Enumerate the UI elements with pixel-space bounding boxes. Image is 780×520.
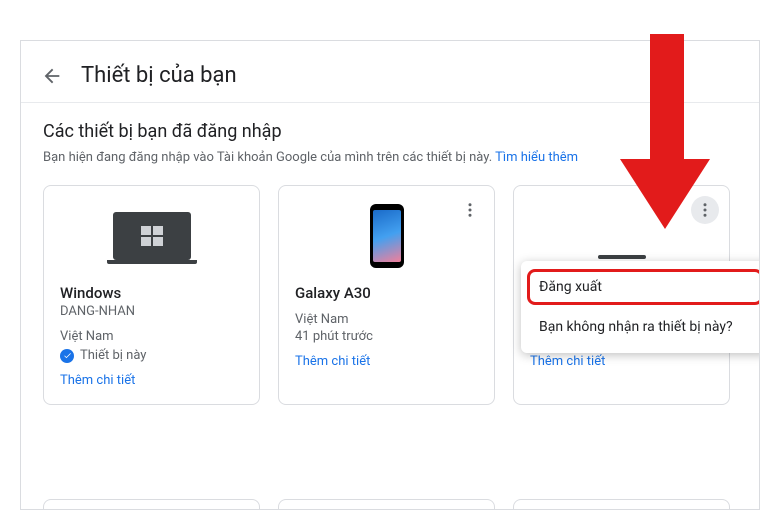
menu-signout[interactable]: Đăng xuất (521, 267, 760, 307)
device-card-windows: Windows DANG-NHAN Việt Nam Thiết bị này … (43, 185, 260, 405)
device-name: Galaxy A30 (295, 284, 478, 302)
device-location: Việt Nam (60, 329, 243, 344)
details-link[interactable]: Thêm chi tiết (530, 354, 713, 369)
more-menu-icon[interactable] (691, 196, 719, 224)
app-frame: Thiết bị của bạn Các thiết bị bạn đã đăn… (20, 40, 760, 510)
more-menu-icon[interactable] (456, 196, 484, 224)
details-link[interactable]: Thêm chi tiết (60, 373, 243, 388)
page-title: Thiết bị của bạn (81, 63, 237, 88)
learn-more-link[interactable]: Tìm hiểu thêm (495, 150, 578, 165)
section-desc-text: Bạn hiện đang đăng nhập vào Tài khoản Go… (43, 150, 492, 165)
this-device-label: Thiết bị này (80, 348, 146, 363)
device-menu: Đăng xuất Bạn không nhận ra thiết bị này… (521, 261, 760, 353)
menu-unrecognized[interactable]: Bạn không nhận ra thiết bị này? (521, 307, 760, 347)
device-time: 41 phút trước (295, 329, 478, 344)
next-row-peek (43, 499, 737, 510)
check-icon (60, 349, 74, 363)
device-name: Windows (60, 284, 243, 302)
section-description: Bạn hiện đang đăng nhập vào Tài khoản Go… (43, 150, 737, 165)
back-arrow-icon[interactable] (41, 65, 63, 87)
device-illustration (295, 200, 478, 272)
mac-icon (598, 255, 646, 259)
laptop-icon (113, 212, 191, 260)
phone-icon (370, 204, 404, 268)
header: Thiết bị của bạn (21, 41, 759, 103)
device-illustration (60, 200, 243, 272)
section-title: Các thiết bị bạn đã đăng nhập (43, 121, 737, 142)
this-device-badge: Thiết bị này (60, 348, 243, 363)
device-location: Việt Nam (295, 312, 478, 327)
details-link[interactable]: Thêm chi tiết (295, 354, 478, 369)
device-subname: DANG-NHAN (60, 304, 243, 319)
device-card-galaxy: Galaxy A30 Việt Nam 41 phút trước Thêm c… (278, 185, 495, 405)
